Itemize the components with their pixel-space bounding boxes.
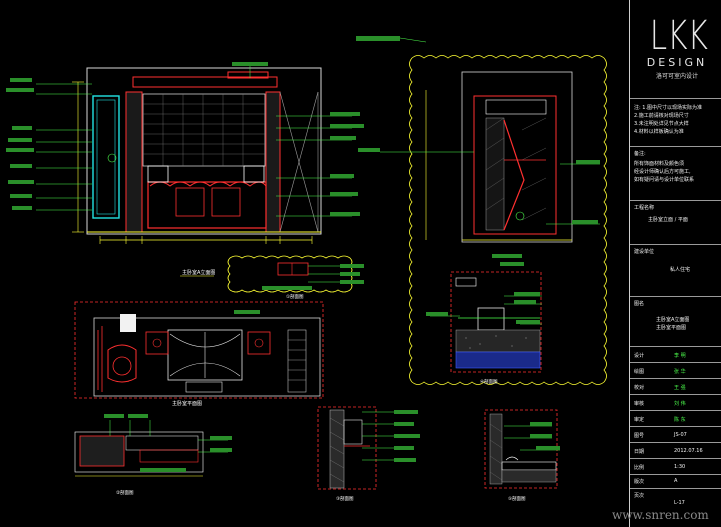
section-2-caption: ②剖面图	[116, 489, 134, 496]
note-2: 2.施工前请核对现场尺寸	[634, 113, 689, 119]
row-review-label: 审核	[634, 401, 645, 407]
row-number-label: 图号	[634, 433, 645, 439]
section-4-drawing	[426, 271, 542, 373]
drawing-title-value-2: 主卧室平面图	[656, 325, 687, 331]
row-check-value: 王 强	[674, 385, 686, 391]
row-version-label: 版次	[634, 479, 645, 485]
remark-line-3: 如有疑问请与设计单位联系	[634, 177, 695, 183]
client-label: 建设单位	[634, 249, 655, 255]
section-3-caption: ③剖面图	[336, 495, 354, 502]
client-value: 私人住宅	[670, 267, 691, 273]
sheet-value: L-17	[674, 500, 685, 506]
row-version-value: A	[674, 478, 678, 484]
row-date-label: 日期	[634, 449, 645, 455]
row-scale-label: 比例	[634, 465, 645, 471]
elevation-a-drawing	[6, 62, 364, 244]
note-1: 注: 1.图中尺寸以现场实际为准	[634, 105, 703, 111]
note-4: 4.材料以样板确认为准	[634, 129, 684, 135]
section-5-drawing	[484, 409, 560, 489]
plan-caption: 主卧室平面图	[172, 400, 202, 407]
remark-label: 备注:	[634, 151, 646, 157]
section-4-caption: ④剖面图	[480, 378, 498, 385]
row-approve-value: 陈 东	[674, 417, 686, 423]
project-value: 主卧室立面 / 平面	[648, 217, 688, 223]
title-block: LKK DESIGN 洛可可室内设计 注: 1.图中尺寸以现场实际为准 2.施工…	[629, 0, 721, 527]
row-number-value: JS-07	[674, 432, 687, 438]
cad-drawing-canvas: 主卧室A立面图 ①剖面图 主卧室平面图 ②剖面图 ③剖面图 ④剖面图 ⑤剖面图	[6, 36, 607, 502]
bedroom-plan-drawing	[74, 301, 324, 399]
section-5-caption: ⑤剖面图	[508, 495, 526, 502]
drawing-title-label: 图名	[634, 301, 645, 307]
section-3-drawing	[317, 406, 420, 490]
section-2-drawing	[74, 414, 232, 477]
logo-company-name: 洛可可室内设计	[655, 73, 698, 80]
drawing-title-value: 主卧室A立面图	[656, 317, 690, 323]
watermark: www.snren.com	[612, 508, 709, 522]
logo-text: LKK	[649, 13, 709, 59]
remark-line-1: 所有饰面材料及颜色须	[634, 161, 685, 167]
row-approve-label: 审定	[634, 417, 645, 423]
section-1-caption: ①剖面图	[286, 293, 304, 300]
row-design-label: 设计	[634, 353, 645, 359]
row-draw-label: 绘图	[634, 369, 645, 375]
row-date-value: 2012.07.16	[674, 448, 703, 454]
row-design-value: 李 明	[674, 353, 686, 359]
detail-cloud-1	[227, 255, 364, 293]
row-draw-value: 张 华	[674, 369, 686, 375]
sheet-label: 页次	[634, 493, 645, 499]
note-3: 3.未注明处详见节点大样	[634, 121, 689, 127]
row-check-label: 校对	[634, 385, 645, 391]
row-review-value: 刘 伟	[674, 401, 686, 407]
remark-line-2: 经设计师确认后方可施工,	[634, 169, 691, 175]
company-logo: LKK DESIGN 洛可可室内设计	[642, 14, 712, 80]
elevation-a-caption: 主卧室A立面图	[182, 269, 215, 276]
project-label: 工程名称	[634, 205, 655, 211]
row-scale-value: 1:30	[674, 464, 686, 470]
